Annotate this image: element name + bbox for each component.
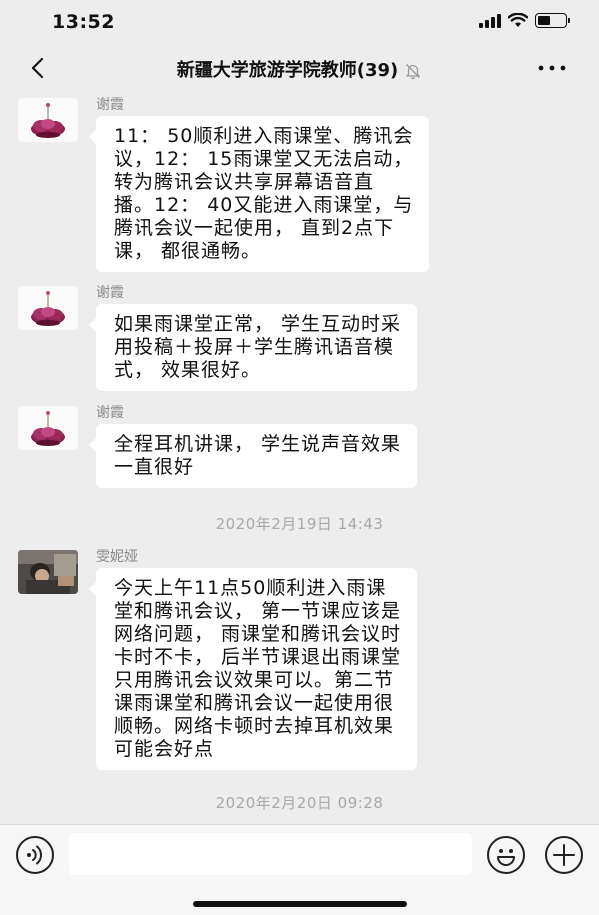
status-icons (479, 13, 570, 28)
message-text-line: 今天上午11点50顺利进入雨课 (114, 577, 387, 599)
message-text-line: 腾讯会议一起使用， 直到2点下 (114, 217, 395, 239)
message-text-line: 课雨课堂和腾讯会议一起使用很 (114, 692, 395, 714)
wifi-icon (508, 13, 528, 27)
timestamp: 2020年2月20日 09:28 (215, 794, 384, 812)
avatar[interactable] (18, 550, 78, 594)
timestamp: 2020年2月19日 14:43 (215, 515, 384, 533)
message-text-line: 转为腾讯会议共享屏幕语音直 (114, 171, 375, 193)
message-text-line: 用投稿＋投屏＋学生腾讯语音模 (114, 336, 395, 358)
sender-name: 谢霞 (96, 285, 124, 301)
nav-bar: 新疆大学旅游学院教师(39) (0, 44, 599, 92)
signal-icon (479, 13, 501, 28)
message-text-line: 播。12： 40又能进入雨课堂，与 (114, 194, 414, 216)
avatar[interactable] (18, 98, 78, 142)
message-text-line: 只用腾讯会议效果可以。第二节 (114, 669, 395, 691)
chat-title: 新疆大学旅游学院教师(39) (0, 56, 599, 82)
voice-button[interactable] (16, 836, 54, 874)
sender-name: 雯妮娅 (96, 549, 138, 565)
message-bubble[interactable]: 全程耳机讲课， 学生说声音效果 一直很好 (88, 424, 418, 488)
message-text-line: 顺畅。网络卡顿时去掉耳机效果 (114, 715, 395, 737)
flower-avatar (18, 98, 78, 142)
message-input[interactable] (69, 833, 472, 875)
emoji-icon (497, 849, 515, 866)
ellipsis-icon[interactable] (537, 58, 567, 78)
message-text-line: 如果雨课堂正常， 学生互动时采 (114, 313, 402, 335)
message-text-line: 卡时不卡， 后半节课退出雨课堂 (114, 646, 402, 668)
sender-name: 谢霞 (96, 405, 124, 421)
message-text-line: 可能会好点 (114, 738, 215, 760)
battery-level (538, 16, 550, 25)
message-text-line: 11： 50顺利进入雨课堂、腾讯会 (114, 125, 414, 147)
voice-icon (27, 845, 43, 865)
home-indicator[interactable] (193, 901, 407, 907)
message-text-line: 一直很好 (114, 456, 195, 478)
message-text-line: 堂和腾讯会议， 第一节课应该是 (114, 600, 402, 622)
status-bar: 13:52 (0, 0, 599, 44)
status-time: 13:52 (52, 11, 115, 33)
chat-title-text: 新疆大学旅游学院教师(39) (176, 60, 399, 81)
avatar[interactable] (18, 286, 78, 330)
bell-off-icon (406, 64, 421, 80)
message-text-line: 课， 都很通畅。 (114, 240, 262, 262)
message-text-line: 式， 效果很好。 (114, 359, 262, 381)
message-bubble[interactable]: 11： 50顺利进入雨课堂、腾讯会 议，12： 15雨课堂又无法启动， 转为腾讯… (88, 116, 430, 272)
message-text-line: 网络问题， 雨课堂和腾讯会议时 (114, 623, 402, 645)
message-text-line: 全程耳机讲课， 学生说声音效果 (114, 433, 402, 455)
battery-icon (535, 13, 570, 28)
message-bubble[interactable]: 如果雨课堂正常， 学生互动时采 用投稿＋投屏＋学生腾讯语音模 式， 效果很好。 (88, 304, 418, 391)
emoji-button[interactable] (487, 836, 525, 874)
chat-area[interactable]: 谢霞 11： 50顺利进入雨课堂、腾讯会 议，12： 15雨课堂又无法启动， 转… (0, 92, 599, 820)
avatar[interactable] (18, 406, 78, 450)
photo-avatar (18, 550, 78, 594)
plus-icon (553, 844, 575, 866)
message-bubble[interactable]: 今天上午11点50顺利进入雨课 堂和腾讯会议， 第一节课应该是 网络问题， 雨课… (88, 568, 418, 770)
plus-button[interactable] (545, 836, 583, 874)
flower-avatar (18, 406, 78, 450)
message-text-line: 议，12： 15雨课堂又无法启动， (114, 148, 414, 170)
sender-name: 谢霞 (96, 97, 124, 113)
flower-avatar (18, 286, 78, 330)
